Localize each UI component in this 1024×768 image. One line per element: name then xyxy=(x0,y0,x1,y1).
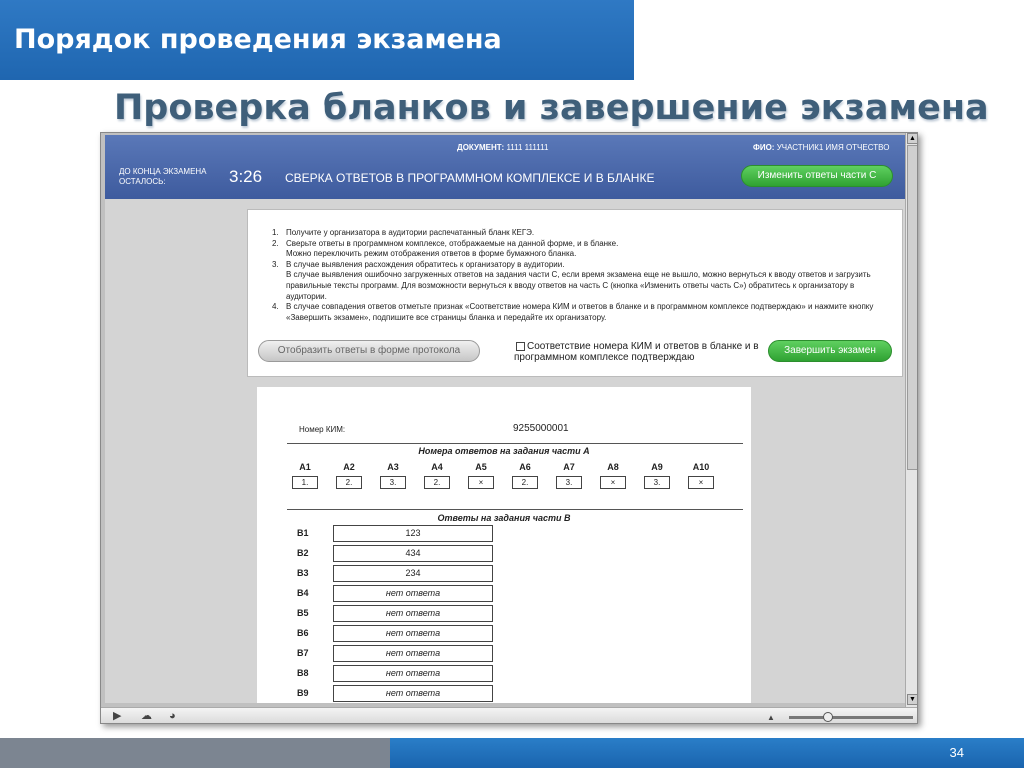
divider xyxy=(287,443,743,444)
page-number: 34 xyxy=(949,745,964,760)
time-left-value: 3:26 xyxy=(229,167,263,186)
part-b-label: B5 xyxy=(297,608,309,618)
kim-label: Номер КИМ: xyxy=(299,425,346,434)
part-b-answer-cell: нет ответа xyxy=(333,665,493,682)
instruction-item: Можно переключить режим отображения отве… xyxy=(272,249,892,260)
instructions-panel: 1. Получите у организатора в аудитории ра… xyxy=(247,209,903,377)
zoom-slider[interactable] xyxy=(789,712,913,722)
part-a-answer-cell: 3. xyxy=(644,476,670,489)
part-a-label: A1 xyxy=(299,462,311,472)
document-info: ДОКУМЕНТ: 1111 111111 xyxy=(457,143,548,152)
part-a-answer-cell: 2. xyxy=(336,476,362,489)
part-b-answer-cell: нет ответа xyxy=(333,685,493,702)
footer-left-bar xyxy=(0,738,390,768)
work-area: 1. Получите у организатора в аудитории ра… xyxy=(105,199,905,703)
document-value: 1111 111111 xyxy=(506,143,549,152)
instruction-item: 2. Сверьте ответы в программном комплексе… xyxy=(272,239,892,250)
part-a-answer-cell: 2. xyxy=(512,476,538,489)
part-b-answer-cell: нет ответа xyxy=(333,585,493,602)
part-a-answer-cell: 2. xyxy=(424,476,450,489)
triangle-up-icon[interactable]: ▲ xyxy=(767,712,775,723)
part-b-answer-cell: нет ответа xyxy=(333,625,493,642)
divider xyxy=(287,509,743,510)
part-a-label: A10 xyxy=(692,462,710,472)
show-protocol-button[interactable]: Отобразить ответы в форме протокола xyxy=(258,340,480,362)
part-a-answer-cell: × xyxy=(688,476,714,489)
instruction-number: 1. xyxy=(272,228,279,237)
part-a-label: A6 xyxy=(519,462,531,472)
part-b-answer-cell: 234 xyxy=(333,565,493,582)
instruction-number: 2. xyxy=(272,238,279,248)
part-b-answer-cell: нет ответа xyxy=(333,645,493,662)
instruction-item: 4. В случае совпадения ответов отметьте п… xyxy=(272,302,892,323)
slider-knob[interactable] xyxy=(823,712,833,722)
footer-right-bar: 34 xyxy=(390,738,1024,768)
vertical-scrollbar[interactable]: ▲ ▼ xyxy=(905,133,917,707)
part-b-label: B8 xyxy=(297,668,309,678)
part-b-title: Ответы на задания части В xyxy=(437,513,571,523)
part-b-label: B1 xyxy=(297,528,309,538)
document-label: ДОКУМЕНТ: xyxy=(457,143,505,152)
part-a-label: A8 xyxy=(607,462,619,472)
instruction-item: 1. Получите у организатора в аудитории ра… xyxy=(272,228,892,239)
instructions-list: 1. Получите у организатора в аудитории ра… xyxy=(272,228,892,323)
part-a-label: A7 xyxy=(563,462,575,472)
part-a-label: A2 xyxy=(343,462,355,472)
instruction-item: 3. В случае выявления расхождения обратит… xyxy=(272,260,892,271)
instruction-text: В случае совпадения ответов отметьте при… xyxy=(286,302,874,322)
instruction-number xyxy=(272,270,286,302)
fio-label: ФИО: xyxy=(753,143,775,152)
slide-header: Порядок проведения экзамена xyxy=(0,0,634,80)
scroll-up-icon[interactable]: ▲ xyxy=(907,133,917,144)
part-a-label: A5 xyxy=(475,462,487,472)
instruction-text: В случае выявления ошибочно загруженных … xyxy=(286,270,871,301)
scroll-thumb[interactable] xyxy=(907,145,917,470)
part-b-label: B4 xyxy=(297,588,309,598)
answer-blank: Номер КИМ: 9255000001 Номера ответов на … xyxy=(257,387,751,703)
part-a-label: A9 xyxy=(651,462,663,472)
instruction-item: В случае выявления ошибочно загруженных … xyxy=(272,270,892,302)
change-part-c-answers-button[interactable]: Изменить ответы части С xyxy=(741,165,893,187)
slide-subtitle: Проверка бланков и завершение экзамена xyxy=(114,88,989,128)
instruction-text: Сверьте ответы в программном комплексе, … xyxy=(286,238,619,248)
instruction-text: В случае выявления расхождения обратитес… xyxy=(286,259,565,269)
part-a-label: A3 xyxy=(387,462,399,472)
finish-exam-button[interactable]: Завершить экзамен xyxy=(768,340,892,362)
instruction-number xyxy=(272,249,286,260)
instruction-text: Можно переключить режим отображения отве… xyxy=(286,249,577,259)
instruction-number: 3. xyxy=(272,259,279,269)
exam-app-window: ДОКУМЕНТ: 1111 111111 ФИО: УЧАСТНИК1 ИМЯ… xyxy=(100,132,918,724)
time-left-label: ДО КОНЦА ЭКЗАМЕНА ОСТАЛОСЬ: xyxy=(119,167,207,186)
fio-value: УЧАСТНИК1 ИМЯ ОТЧЕСТВО xyxy=(776,143,890,152)
part-a-answer-cell: × xyxy=(600,476,626,489)
part-a-answer-cell: × xyxy=(468,476,494,489)
part-b-answer-cell: 123 xyxy=(333,525,493,542)
app-header: ДОКУМЕНТ: 1111 111111 ФИО: УЧАСТНИК1 ИМЯ… xyxy=(105,135,905,199)
fio-info: ФИО: УЧАСТНИК1 ИМЯ ОТЧЕСТВО xyxy=(753,143,889,152)
scroll-down-icon[interactable]: ▼ xyxy=(907,694,917,705)
part-b-answer-cell: нет ответа xyxy=(333,605,493,622)
confirm-checkbox-label: Соответствие номера КИМ и ответов в блан… xyxy=(514,341,759,363)
cloud-icon[interactable]: ☁ xyxy=(141,710,152,722)
part-a-label: A4 xyxy=(431,462,443,472)
screen-title: СВЕРКА ОТВЕТОВ В ПРОГРАММНОМ КОМПЛЕКСЕ И… xyxy=(285,171,655,185)
instruction-number: 4. xyxy=(272,302,279,312)
part-a-title: Номера ответов на задания части А xyxy=(418,446,590,456)
kim-value: 9255000001 xyxy=(513,423,569,434)
part-a-answer-cell: 3. xyxy=(556,476,582,489)
part-b-label: B3 xyxy=(297,568,309,578)
part-b-label: B6 xyxy=(297,628,309,638)
play-icon[interactable]: ▶ xyxy=(113,710,121,722)
instruction-text: Получите у организатора в аудитории расп… xyxy=(286,228,535,237)
part-b-label: B9 xyxy=(297,688,309,698)
part-b-label: B2 xyxy=(297,548,309,558)
part-b-answer-cell: 434 xyxy=(333,545,493,562)
part-a-answer-cell: 3. xyxy=(380,476,406,489)
slide-header-title: Порядок проведения экзамена xyxy=(14,24,502,55)
gauge-icon[interactable]: ◕ xyxy=(169,710,176,722)
part-b-label: B7 xyxy=(297,648,309,658)
part-a-answer-cell: 1. xyxy=(292,476,318,489)
player-toolbar: ▶ ☁ ◕ ▲ xyxy=(101,707,917,723)
